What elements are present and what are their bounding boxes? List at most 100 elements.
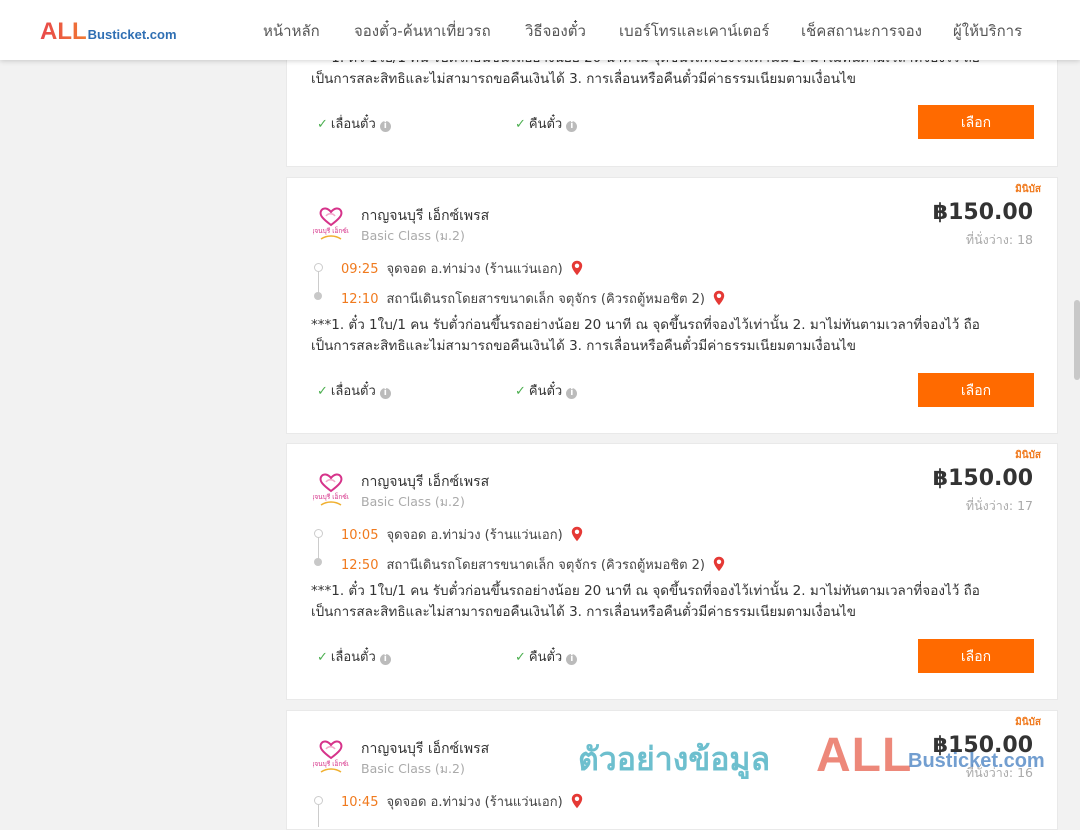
logo-all-text: ALL [40,18,87,45]
departure-place: จุดจอด อ.ท่าม่วง (ร้านแว่นเอก) [386,262,563,277]
site-logo[interactable]: ALLBusticket.com [40,19,177,45]
departure-place: จุดจอด อ.ท่าม่วง (ร้านแว่นเอก) [386,795,563,810]
bus-class: Basic Class (ม.2) [361,494,465,509]
note-line-2: เป็นการสละสิทธิและไม่สามารถขอคืนเงินได้ … [311,71,856,87]
refund-option: ✓ คืนตั๋ว i [515,113,578,134]
seats-label: ที่นั่งว่าง: [965,232,1014,247]
refund-option: ✓ คืนตั๋ว i [515,380,578,401]
reschedule-label: เลื่อนตั๋ว [330,117,376,132]
arrival-time: 12:10 [341,292,379,307]
seats-available: ที่นั่งว่าง: 17 [966,496,1033,516]
trip-conditions-note: ***1. ตั๋ว 1ใบ/1 คน รับตั๋วก่อนขึ้นรถอย่… [311,581,1011,623]
ticket-price: ฿150.00 [932,466,1033,491]
operator-logo: กาญจนบุรี เอ็กซ์เพรส [313,473,349,506]
page-scrollbar[interactable] [1074,300,1080,380]
arrival-place: สถานีเดินรถโดยสารขนาดเล็ก จตุจักร (คิวรถ… [386,292,705,307]
refund-label: คืนตั๋ว [528,650,563,665]
departure-time: 09:25 [341,262,379,277]
info-icon[interactable]: i [379,121,391,132]
seats-label: ที่นั่งว่าง: [965,498,1014,513]
trip-card: มินิบัส กาญจนบุรี เอ็กซ์เพรส กาญจนบุรี เ… [286,177,1058,434]
operator-name: กาญจนบุรี เอ็กซ์เพรส [361,474,490,490]
note-line-1: ***1. ตั๋ว 1ใบ/1 คน รับตั๋วก่อนขึ้นรถอย่… [311,317,980,333]
seats-count: 16 [1017,765,1033,780]
map-pin-icon[interactable] [571,793,583,809]
seats-label: ที่นั่งว่าง: [965,765,1014,780]
operator-logo: กาญจนบุรี เอ็กซ์เพรส [313,740,349,773]
arrival-time: 12:50 [341,558,379,573]
ticket-price: ฿150.00 [932,200,1033,225]
departure-stop: 10:05 จุดจอด อ.ท่าม่วง (ร้านแว่นเอก) [341,524,583,545]
seats-count: 17 [1017,498,1033,513]
reschedule-option: ✓ เลื่อนตั๋ว i [317,113,391,134]
nav-home[interactable]: หน้าหลัก [263,19,320,43]
refund-label: คืนตั๋ว [528,384,563,399]
trip-card: มินิบัส กาญจนบุรี เอ็กซ์เพรส กาญจนบุรี เ… [286,443,1058,700]
arrival-dot [314,558,322,566]
vehicle-type-badge: มินิบัส [1015,450,1041,461]
operator-name: กาญจนบุรี เอ็กซ์เพรส [361,741,490,757]
info-icon[interactable]: i [566,388,578,399]
arrival-stop: 12:50 สถานีเดินรถโดยสารขนาดเล็ก จตุจักร (… [341,554,725,575]
seats-available: ที่นั่งว่าง: 18 [966,230,1033,250]
departure-dot [314,796,323,805]
refund-option: ✓ คืนตั๋ว i [515,646,578,667]
check-icon: ✓ [317,650,328,665]
info-icon[interactable]: i [566,654,578,665]
check-icon: ✓ [317,117,328,132]
reschedule-option: ✓ เลื่อนตั๋ว i [317,646,391,667]
departure-stop: 10:45 จุดจอด อ.ท่าม่วง (ร้านแว่นเอก) [341,791,583,812]
select-trip-button[interactable]: เลือก [918,105,1034,139]
arrival-stop: 12:10 สถานีเดินรถโดยสารขนาดเล็ก จตุจักร (… [341,288,725,309]
operator-name: กาญจนบุรี เอ็กซ์เพรส [361,208,490,224]
refund-label: คืนตั๋ว [528,117,563,132]
note-line-2: เป็นการสละสิทธิและไม่สามารถขอคืนเงินได้ … [311,338,856,354]
departure-stop: 09:25 จุดจอด อ.ท่าม่วง (ร้านแว่นเอก) [341,258,583,279]
select-trip-button[interactable]: เลือก [918,639,1034,673]
operator-logo-text: กาญจนบุรี เอ็กซ์เพรส [313,759,349,768]
map-pin-icon[interactable] [571,260,583,276]
arrival-place: สถานีเดินรถโดยสารขนาดเล็ก จตุจักร (คิวรถ… [386,558,705,573]
vehicle-type-badge: มินิบัส [1015,184,1041,195]
check-icon: ✓ [515,384,526,399]
departure-time: 10:05 [341,528,379,543]
nav-phone-counters[interactable]: เบอร์โทรและเคาน์เตอร์ [619,19,769,43]
nav-how-to-book[interactable]: วิธีจองตั๋ว [525,19,586,43]
info-icon[interactable]: i [566,121,578,132]
reschedule-label: เลื่อนตั๋ว [330,384,376,399]
departure-place: จุดจอด อ.ท่าม่วง (ร้านแว่นเอก) [386,528,563,543]
site-header: ALLBusticket.com หน้าหลัก จองตั๋ว-ค้นหาเ… [0,0,1080,60]
departure-dot [314,529,323,538]
operator-logo-text: กาญจนบุรี เอ็กซ์เพรส [313,492,349,501]
map-pin-icon[interactable] [713,556,725,572]
bus-class: Basic Class (ม.2) [361,761,465,776]
nav-check-booking[interactable]: เช็คสถานะการจอง [801,19,922,43]
reschedule-option: ✓ เลื่อนตั๋ว i [317,380,391,401]
info-icon[interactable]: i [379,654,391,665]
operator-logo: กาญจนบุรี เอ็กซ์เพรส [313,207,349,240]
check-icon: ✓ [515,117,526,132]
ticket-price: ฿150.00 [932,733,1033,758]
operator-logo-text: กาญจนบุรี เอ็กซ์เพรส [313,226,349,235]
trip-conditions-note: ***1. ตั๋ว 1ใบ/1 คน รับตั๋วก่อนขึ้นรถอย่… [311,315,1011,357]
select-trip-button[interactable]: เลือก [918,373,1034,407]
seats-available: ที่นั่งว่าง: 16 [966,763,1033,783]
map-pin-icon[interactable] [713,290,725,306]
vehicle-type-badge: มินิบัส [1015,717,1041,728]
bus-class: Basic Class (ม.2) [361,228,465,243]
note-line-1: ***1. ตั๋ว 1ใบ/1 คน รับตั๋วก่อนขึ้นรถอย่… [311,583,980,599]
check-icon: ✓ [515,650,526,665]
nav-operators[interactable]: ผู้ให้บริการ [953,19,1022,43]
reschedule-label: เลื่อนตั๋ว [330,650,376,665]
map-pin-icon[interactable] [571,526,583,542]
note-line-2: เป็นการสละสิทธิและไม่สามารถขอคืนเงินได้ … [311,604,856,620]
logo-domain-text: Busticket.com [87,27,177,42]
nav-book-search[interactable]: จองตั๋ว-ค้นหาเที่ยวรถ [354,19,491,43]
check-icon: ✓ [317,384,328,399]
arrival-dot [314,292,322,300]
departure-dot [314,263,323,272]
info-icon[interactable]: i [379,388,391,399]
trip-card: มินิบัส กาญจนบุรี เอ็กซ์เพรส กาญจนบุรี เ… [286,710,1058,830]
departure-time: 10:45 [341,795,379,810]
seats-count: 18 [1017,232,1033,247]
